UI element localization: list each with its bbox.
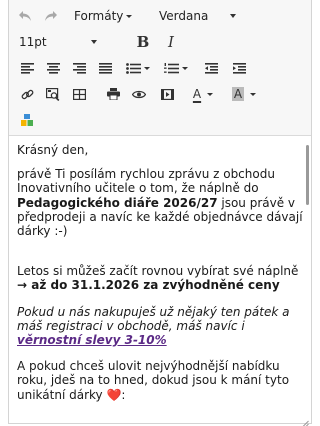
formats-dropdown[interactable]: Formáty [74, 4, 133, 28]
print-icon [106, 88, 120, 100]
content-scrollbar[interactable] [306, 145, 309, 205]
image-button[interactable] [43, 82, 63, 106]
heart-icon: ❤️ [106, 387, 122, 402]
paragraph-gifts-end: : [121, 387, 126, 402]
bullet-list-button[interactable] [123, 56, 153, 80]
chevron-down-icon [126, 14, 133, 18]
toolbar-row-4: A A [9, 82, 311, 106]
bullet-list-icon [126, 62, 141, 74]
chevron-down-icon [144, 66, 150, 70]
paragraph-deadline-text: Letos si můžeš začít rovnou vybírat své … [17, 264, 299, 279]
align-left-button[interactable] [17, 56, 37, 80]
greeting-paragraph: Krásný den, [17, 143, 305, 157]
italic-label: I [168, 33, 174, 51]
undo-button[interactable] [15, 4, 35, 28]
media-icon [160, 88, 174, 100]
media-button[interactable] [157, 82, 177, 106]
align-justify-icon [98, 62, 112, 74]
colorful-blocks-icon [21, 114, 33, 126]
align-right-icon [72, 62, 86, 74]
diary-name: Pedagogického diáře 2026/27 [17, 195, 218, 210]
outdent-icon [204, 62, 218, 74]
paragraph-preorder: právě Ti posílám rychlou zprávu z obchod… [17, 167, 305, 238]
undo-icon [18, 10, 32, 22]
image-search-icon [46, 87, 60, 101]
deadline-highlight: → až do 31.1.2026 za zvýhodněné ceny [17, 278, 280, 293]
paragraph-loyalty: Pokud u nás nakupuješ už nějaký ten páte… [17, 305, 305, 348]
toolbar-row-2: 11pt B I [9, 30, 311, 54]
font-size-dropdown[interactable]: 11pt [19, 30, 119, 54]
paragraph-gifts: A pokud chceš ulovit nejvýhodnější nabíd… [17, 359, 305, 402]
align-right-button[interactable] [69, 56, 89, 80]
font-family-value: Verdana [159, 9, 209, 23]
font-family-dropdown[interactable]: Verdana [159, 4, 249, 28]
background-color-button[interactable]: A [227, 82, 261, 106]
indent-icon [232, 62, 246, 74]
paragraph-gifts-text: A pokud chceš ulovit nejvýhodnější nabíd… [17, 359, 290, 402]
editor-toolbar: Formáty Verdana 11pt B I A A [9, 0, 311, 136]
align-justify-button[interactable] [95, 56, 115, 80]
chevron-down-icon [250, 92, 257, 96]
font-size-value: 11pt [19, 35, 47, 49]
align-center-icon [46, 62, 60, 74]
numbered-list-button[interactable] [161, 56, 191, 80]
link-button[interactable] [17, 82, 37, 106]
align-left-icon [20, 62, 34, 74]
paragraph-preorder-text-a: právě Ti posílám rychlou zprávu z obchod… [17, 167, 275, 196]
bold-label: B [136, 33, 150, 51]
numbered-list-icon [164, 62, 179, 74]
link-icon [21, 88, 34, 101]
background-color-label: A [231, 87, 245, 101]
chevron-down-icon [207, 92, 214, 96]
chevron-down-icon [230, 14, 237, 18]
paragraph-loyalty-text: Pokud u nás nakupuješ už nějaký ten páte… [17, 304, 290, 333]
paragraph-deadline: Letos si můžeš začít rovnou vybírat své … [17, 264, 305, 292]
greeting-text: Krásný den, [17, 143, 89, 157]
redo-button[interactable] [41, 4, 61, 28]
editor-content[interactable]: Krásný den, právě Ti posílám rychlou zpr… [9, 137, 311, 419]
eye-icon [132, 90, 146, 99]
toolbar-row-3 [9, 56, 311, 80]
outdent-button[interactable] [201, 56, 221, 80]
resize-handle-icon[interactable] [301, 413, 309, 426]
print-button[interactable] [103, 82, 123, 106]
preview-button[interactable] [129, 82, 149, 106]
rich-text-editor: Formáty Verdana 11pt B I A A Krásný den,… [8, 0, 312, 426]
toolbar-row-5 [9, 108, 311, 132]
italic-button[interactable]: I [161, 30, 181, 54]
table-icon [72, 88, 86, 100]
redo-icon [44, 10, 58, 22]
formats-label: Formáty [74, 9, 124, 23]
align-center-button[interactable] [43, 56, 63, 80]
table-button[interactable] [69, 82, 89, 106]
text-color-label: A [192, 87, 202, 101]
bold-button[interactable]: B [133, 30, 153, 54]
plugin-button[interactable] [17, 108, 37, 132]
toolbar-row-1: Formáty Verdana [9, 4, 311, 28]
text-color-button[interactable]: A [187, 82, 219, 106]
indent-button[interactable] [229, 56, 249, 80]
chevron-down-icon [182, 66, 188, 70]
loyalty-discount-link[interactable]: věrnostní slevy 3-10% [17, 333, 167, 347]
chevron-down-icon [90, 40, 97, 44]
